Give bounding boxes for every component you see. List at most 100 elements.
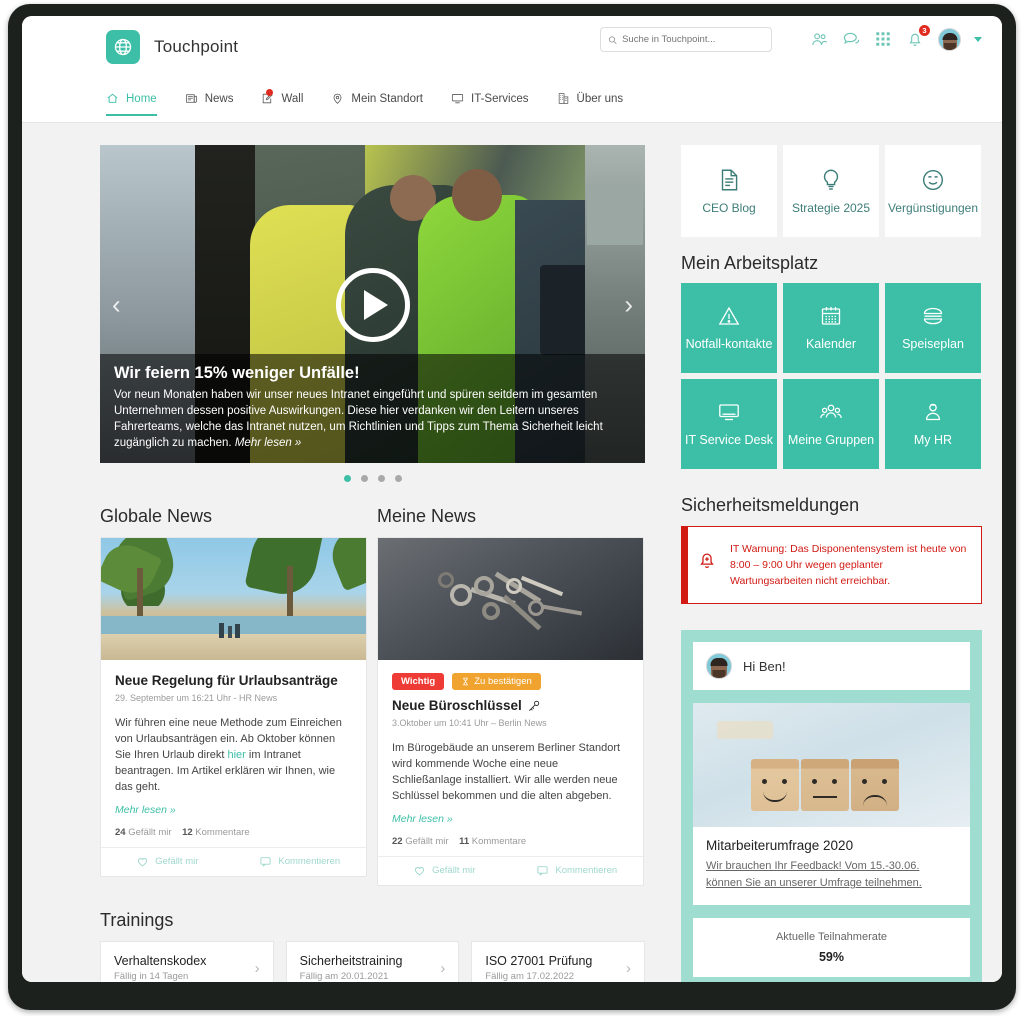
global-news-column: Globale News Neue Regelung für Urlaubsan… bbox=[100, 506, 367, 886]
quicklink-ceo-blog[interactable]: CEO Blog bbox=[681, 145, 777, 237]
workplace-tile-kalender[interactable]: Kalender bbox=[783, 283, 879, 373]
comment-count: 11 bbox=[459, 836, 470, 847]
apps-grid-icon[interactable] bbox=[874, 30, 893, 49]
burger-icon bbox=[923, 307, 943, 325]
training-title: Sicherheitstraining bbox=[299, 954, 403, 968]
quicklinks-row: CEO Blog Strategie 2025 Vergünstigungen bbox=[681, 145, 982, 237]
workplace-tile-label: My HR bbox=[913, 433, 953, 447]
monitor-icon bbox=[719, 404, 739, 421]
trainings-section: Trainings Verhaltenskodex Fällig in 14 T… bbox=[100, 910, 646, 982]
search-box[interactable] bbox=[600, 27, 772, 52]
like-button[interactable]: Gefällt mir bbox=[378, 864, 511, 877]
workplace-tile-label: Speiseplan bbox=[902, 337, 964, 351]
news-card-actions: Gefällt mir Kommentieren bbox=[101, 847, 366, 876]
workplace-tile-notfallkontakte[interactable]: Notfall-kontakte bbox=[681, 283, 777, 373]
smiley-icon bbox=[922, 169, 944, 190]
carousel-dot-3[interactable] bbox=[377, 475, 385, 482]
warning-triangle-icon bbox=[718, 306, 740, 325]
quicklink-label: Vergünstigungen bbox=[887, 200, 979, 215]
user-avatar[interactable] bbox=[938, 28, 961, 51]
monitor-icon bbox=[451, 94, 464, 104]
like-button-label: Gefällt mir bbox=[432, 865, 476, 876]
brand[interactable]: Touchpoint bbox=[106, 30, 238, 64]
hero-text: Vor neun Monaten haben wir unser neues I… bbox=[114, 387, 631, 451]
workplace-tile-label: Kalender bbox=[805, 337, 857, 351]
status-badge-wichtig: Wichtig bbox=[392, 673, 445, 690]
training-card-iso-27001[interactable]: ISO 27001 Prüfung Fällig am 17.02.2022 › bbox=[471, 941, 646, 982]
group-people-icon bbox=[820, 404, 842, 419]
news-more-link[interactable]: Mehr lesen » bbox=[115, 804, 352, 816]
home-icon bbox=[107, 93, 118, 103]
comment-button[interactable]: Kommentieren bbox=[234, 855, 367, 868]
survey-link-line1[interactable]: Wir brauchen Ihr Feedback! Vom 15.-30.06… bbox=[706, 858, 957, 875]
news-text: Im Bürogebäude an unserem Berliner Stand… bbox=[392, 742, 621, 802]
nav-item-it-services[interactable]: IT-Services bbox=[451, 92, 529, 114]
chevron-right-icon[interactable]: › bbox=[624, 290, 633, 321]
beach-palm-trees-photo bbox=[101, 538, 366, 660]
training-title: ISO 27001 Prüfung bbox=[485, 954, 593, 968]
location-pin-icon bbox=[333, 93, 342, 104]
news-card-global[interactable]: Neue Regelung für Urlaubsanträge 29. Sep… bbox=[100, 537, 367, 877]
carousel-dot-1[interactable] bbox=[343, 475, 351, 482]
bell-icon[interactable]: 3 bbox=[906, 25, 930, 49]
status-badge-zu-bestaetigen[interactable]: Zu bestätigen bbox=[452, 673, 541, 690]
survey-link-line2[interactable]: können Sie an unserer Umfrage teilnehmen… bbox=[706, 875, 957, 892]
my-news-column: Meine News Wichtig Zu bestätigen Neue Bü… bbox=[377, 506, 644, 886]
document-lines-icon bbox=[721, 169, 738, 190]
search-icon bbox=[608, 35, 617, 44]
workplace-tile-label: IT Service Desk bbox=[685, 433, 773, 447]
chat-icon[interactable] bbox=[842, 30, 861, 49]
nav-label: Wall bbox=[281, 92, 304, 105]
news-card-mine[interactable]: Wichtig Zu bestätigen Neue Büroschlüssel bbox=[377, 537, 644, 886]
workplace-tile-speiseplan[interactable]: Speiseplan bbox=[885, 283, 981, 373]
comment-count-label: Kommentare bbox=[471, 836, 527, 847]
news-card-actions: Gefällt mir Kommentieren bbox=[378, 856, 643, 885]
nav-item-news[interactable]: News bbox=[185, 92, 233, 114]
news-badges: Wichtig Zu bestätigen bbox=[392, 673, 629, 690]
chevron-down-icon[interactable] bbox=[974, 37, 982, 42]
workplace-tile-label: Meine Gruppen bbox=[787, 433, 875, 447]
carousel-dots bbox=[100, 475, 645, 482]
quicklink-strategie-2025[interactable]: Strategie 2025 bbox=[783, 145, 879, 237]
people-icon[interactable] bbox=[810, 30, 829, 49]
comment-count-label: Kommentare bbox=[195, 827, 250, 838]
nav-item-home[interactable]: Home bbox=[106, 92, 157, 116]
news-title-text: Neue Büroschlüssel bbox=[392, 698, 522, 713]
carousel-dot-4[interactable] bbox=[394, 475, 402, 482]
workplace-tile-it-service-desk[interactable]: IT Service Desk bbox=[681, 379, 777, 469]
training-card-sicherheitstraining[interactable]: Sicherheitstraining Fällig am 20.01.2021… bbox=[285, 941, 460, 982]
news-title: Neue Regelung für Urlaubsanträge bbox=[115, 673, 338, 688]
carousel-dot-2[interactable] bbox=[360, 475, 368, 482]
search-input[interactable] bbox=[622, 34, 764, 45]
like-count-label: Gefällt mir bbox=[128, 827, 172, 838]
news-inline-link[interactable]: hier bbox=[228, 749, 246, 761]
browser-screen: Touchpoint Suche in Touchpoint... 3 Home… bbox=[22, 16, 1002, 982]
section-heading-workplace: Mein Arbeitsplatz bbox=[681, 253, 819, 273]
nav-item-wall[interactable]: Wall bbox=[261, 89, 304, 114]
section-heading-my-news: Meine News bbox=[377, 506, 477, 526]
news-more-link[interactable]: Mehr lesen » bbox=[392, 813, 629, 825]
hero-caption: Wir feiern 15% weniger Unfälle! Vor neun… bbox=[100, 354, 645, 463]
alert-bell-icon bbox=[700, 553, 714, 568]
nav-item-mein-standort[interactable]: Mein Standort bbox=[331, 92, 423, 114]
survey-greeting: Hi Ben! bbox=[693, 642, 970, 690]
user-avatar[interactable] bbox=[706, 653, 732, 679]
workplace-tile-my-hr[interactable]: My HR bbox=[885, 379, 981, 469]
quicklink-verguenstigungen[interactable]: Vergünstigungen bbox=[885, 145, 981, 237]
news-meta: 29. September um 16:21 Uhr - HR News bbox=[115, 693, 278, 703]
news-stats: 24 Gefällt mir 12 Kommentare bbox=[115, 827, 352, 847]
workplace-tile-meine-gruppen[interactable]: Meine Gruppen bbox=[783, 379, 879, 469]
news-title: Neue Büroschlüssel bbox=[392, 698, 629, 713]
play-icon[interactable] bbox=[335, 268, 410, 342]
survey-rate-label: Aktuelle Teilnahmerate bbox=[775, 931, 888, 943]
like-button[interactable]: Gefällt mir bbox=[101, 855, 234, 868]
chevron-left-icon[interactable]: ‹ bbox=[112, 290, 121, 321]
hero-more-link[interactable]: Mehr lesen » bbox=[235, 437, 301, 449]
comment-button[interactable]: Kommentieren bbox=[511, 864, 644, 877]
main-nav: Home News Wall Mein Standort IT-Services… bbox=[22, 89, 1002, 123]
nav-item-ueber-uns[interactable]: Über uns bbox=[557, 92, 623, 114]
hero-body: Vor neun Monaten haben wir unser neues I… bbox=[114, 389, 603, 449]
hero-carousel[interactable]: ‹ › Wir feiern 15% weniger Unfälle! Vor … bbox=[100, 145, 645, 463]
training-card-verhaltenskodex[interactable]: Verhaltenskodex Fällig in 14 Tagen › bbox=[100, 941, 274, 982]
news-meta: 3.Oktober um 10:41 Uhr – Berlin News bbox=[392, 718, 547, 728]
